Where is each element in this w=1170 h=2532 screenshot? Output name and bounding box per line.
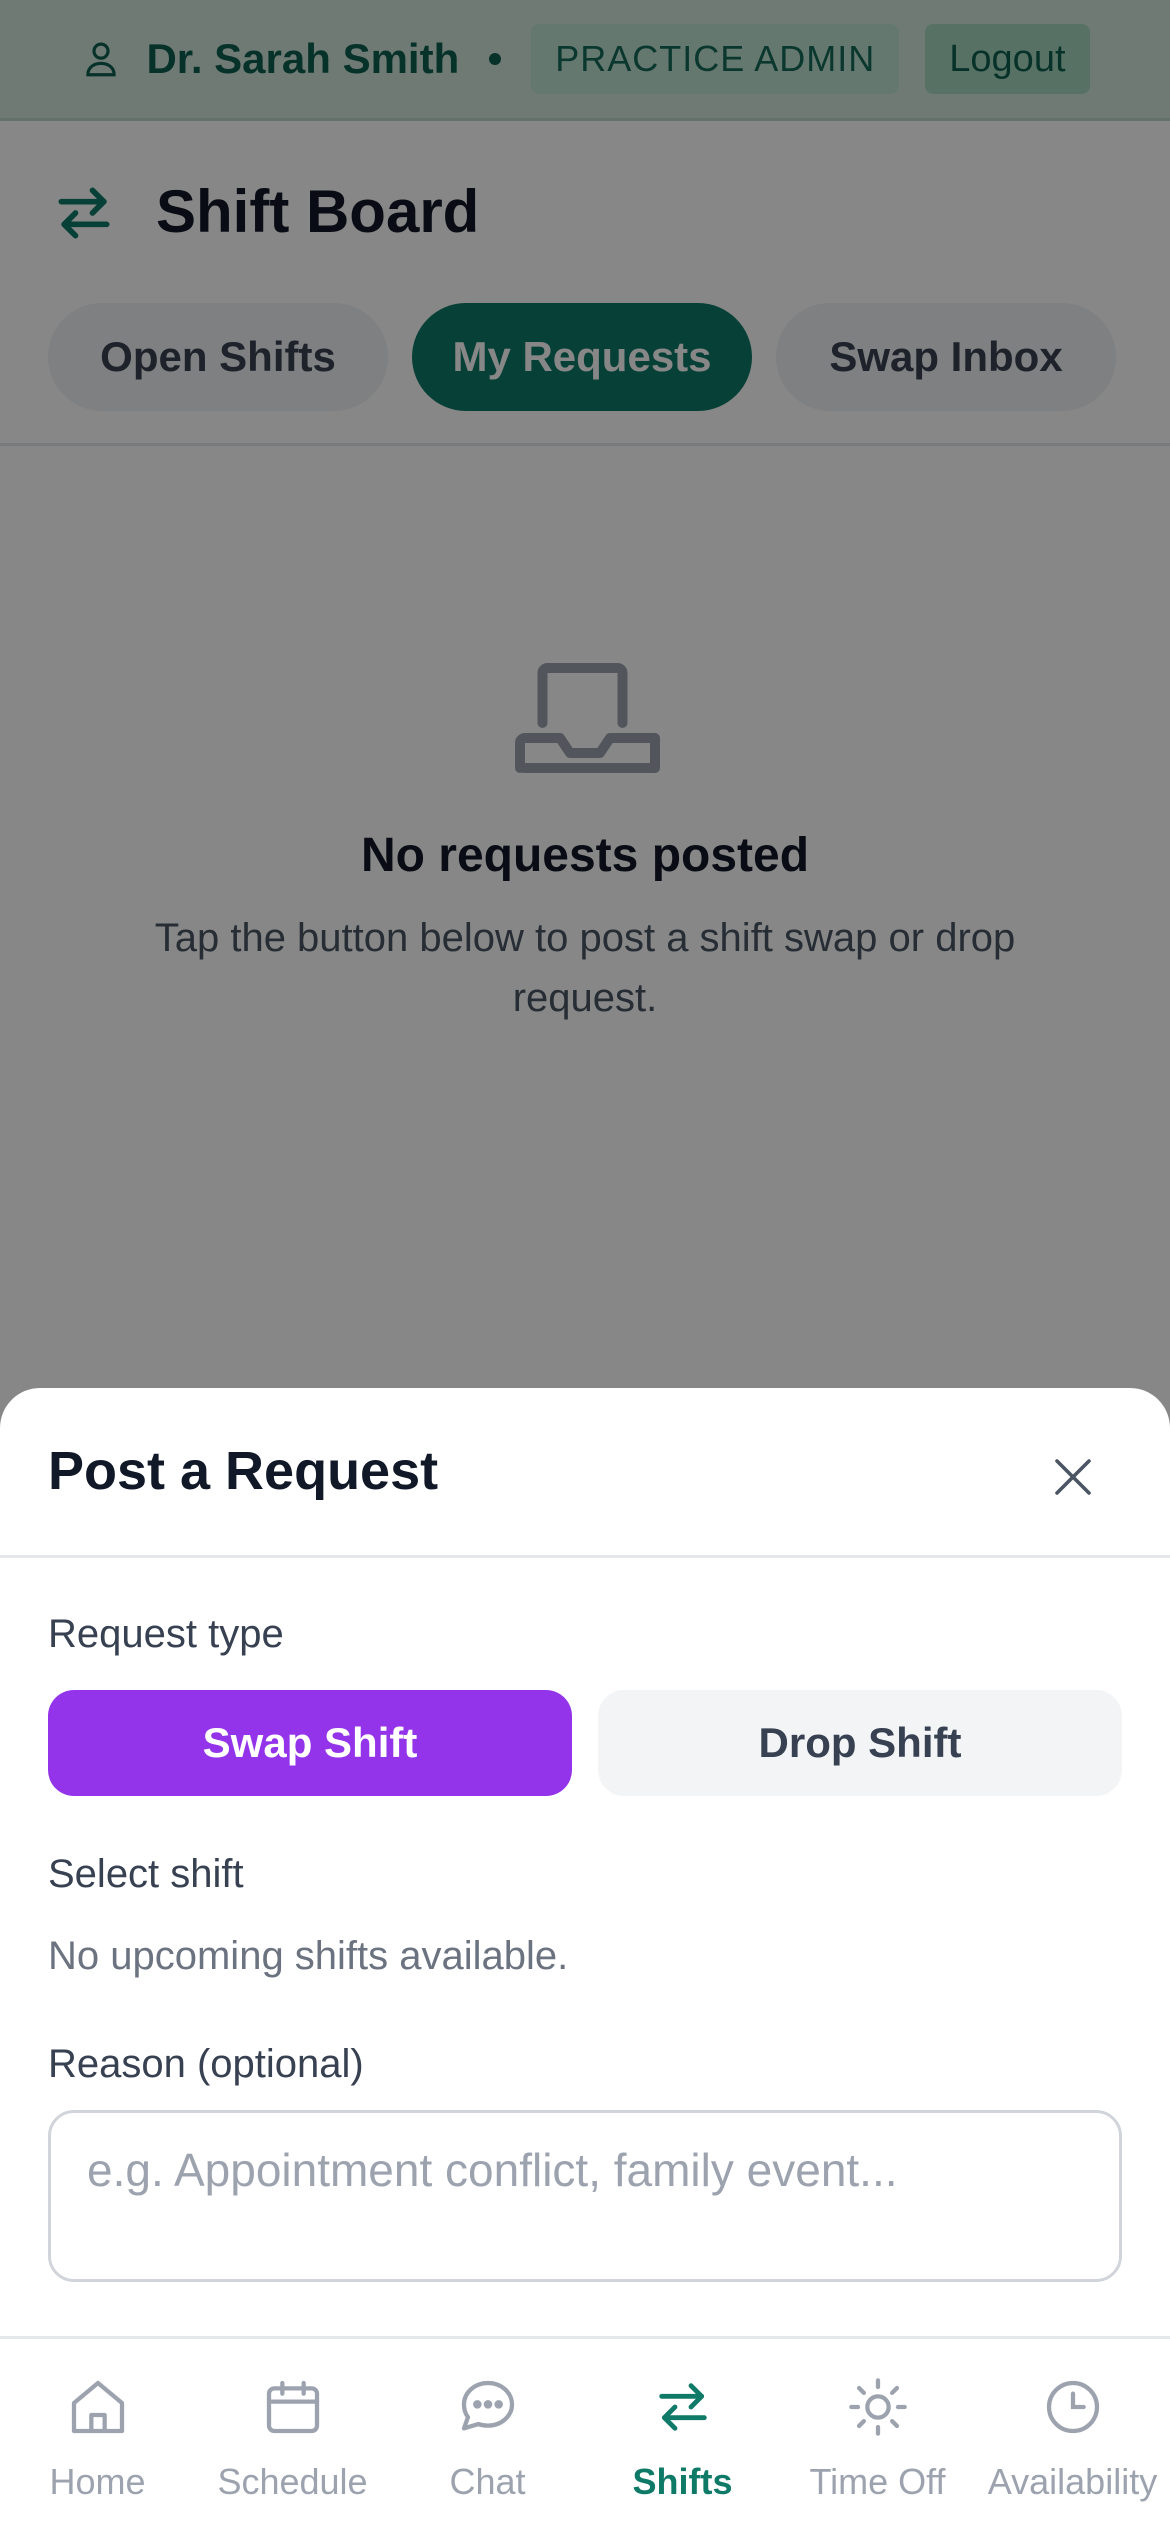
sheet-title: Post a Request <box>48 1441 439 1501</box>
nav-label: Chat <box>449 2461 526 2502</box>
nav-item-availability[interactable]: Availability <box>975 2339 1170 2532</box>
close-icon <box>1055 1459 1091 1495</box>
no-shifts-message: No upcoming shifts available. <box>48 1934 569 1978</box>
swap-arrows-icon <box>659 2383 707 2431</box>
bottom-nav: Home Schedule Chat Shifts Time Off Avail… <box>0 2336 1170 2532</box>
nav-item-schedule[interactable]: Schedule <box>195 2339 390 2532</box>
nav-item-home[interactable]: Home <box>0 2339 195 2532</box>
nav-label: Time Off <box>809 2461 946 2502</box>
sun-icon <box>849 2378 907 2436</box>
nav-label: Shifts <box>632 2461 733 2502</box>
nav-item-time-off[interactable]: Time Off <box>780 2339 975 2532</box>
reason-label: Reason (optional) <box>48 2042 364 2086</box>
reason-input[interactable] <box>48 2110 1122 2282</box>
home-icon <box>71 2380 125 2434</box>
clock-icon <box>1046 2380 1100 2434</box>
nav-label: Availability <box>987 2461 1158 2502</box>
nav-item-shifts[interactable]: Shifts <box>585 2339 780 2532</box>
select-shift-label: Select shift <box>48 1852 244 1896</box>
chat-icon <box>461 2380 515 2431</box>
drop-shift-button[interactable]: Drop Shift <box>598 1690 1122 1796</box>
nav-item-chat[interactable]: Chat <box>390 2339 585 2532</box>
close-button[interactable] <box>1040 1444 1106 1510</box>
nav-label: Home <box>49 2461 146 2502</box>
calendar-icon <box>266 2380 320 2434</box>
swap-shift-button[interactable]: Swap Shift <box>48 1690 572 1796</box>
request-type-label: Request type <box>48 1612 284 1656</box>
sheet-header: Post a Request <box>0 1388 1170 1558</box>
nav-label: Schedule <box>217 2461 368 2502</box>
